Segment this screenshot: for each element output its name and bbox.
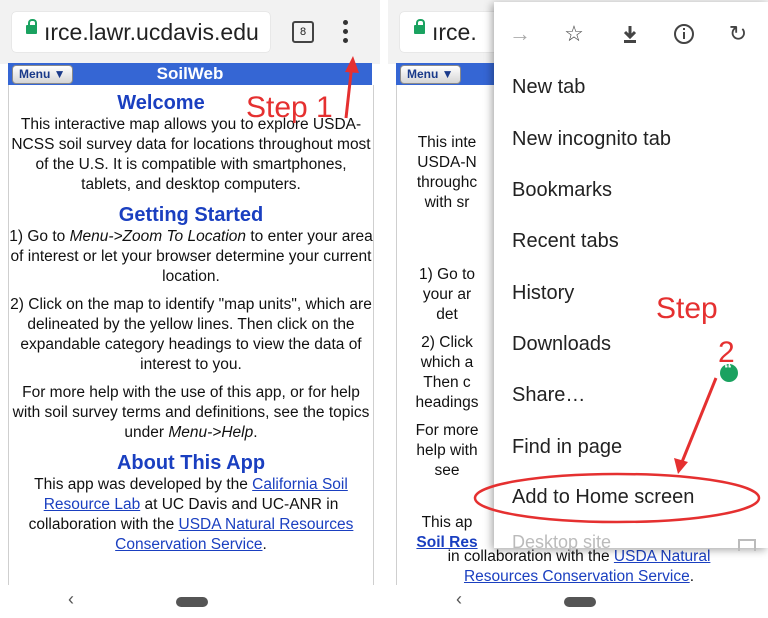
step2-annotation-word: Step [656,292,718,325]
step1-arrow [344,56,359,119]
step2-annotation-number: 2 [718,336,735,369]
back-icon[interactable]: ‹ [456,589,462,610]
right-phone-screen: ırce. Menu ▼ This inte USDA-N throughc w… [388,0,768,618]
about-paragraph: This app was developed by the California… [9,475,373,555]
back-icon[interactable]: ‹ [68,589,74,610]
getting-started-heading: Getting Started [118,204,264,226]
home-pill-icon[interactable] [564,597,596,607]
help-suffix: . [253,424,258,441]
step1-prefix: 1) Go to [9,228,70,245]
help-path: Menu->Help [168,424,254,441]
step2-paragraph: 2) Click on the map to identify "map uni… [10,296,372,373]
step1-paragraph: 1) Go to Menu->Zoom To Location to enter… [9,227,373,287]
about-prefix: This app was developed by the [34,476,253,493]
left-phone-screen: ırce.lawr.ucdavis.edu 8 SoilWeb Menu ▼ W… [0,0,380,618]
about-heading: About This App [116,452,266,474]
help-paragraph: For more help with the use of this app, … [9,383,373,443]
system-navigation-bar: ‹ [0,585,380,618]
welcome-content: Welcome This interactive map allows you … [8,85,374,585]
about-suffix: . [262,536,267,553]
system-navigation-bar: ‹ [388,585,768,618]
step1-path: Menu->Zoom To Location [69,228,247,245]
home-pill-icon[interactable] [176,597,208,607]
